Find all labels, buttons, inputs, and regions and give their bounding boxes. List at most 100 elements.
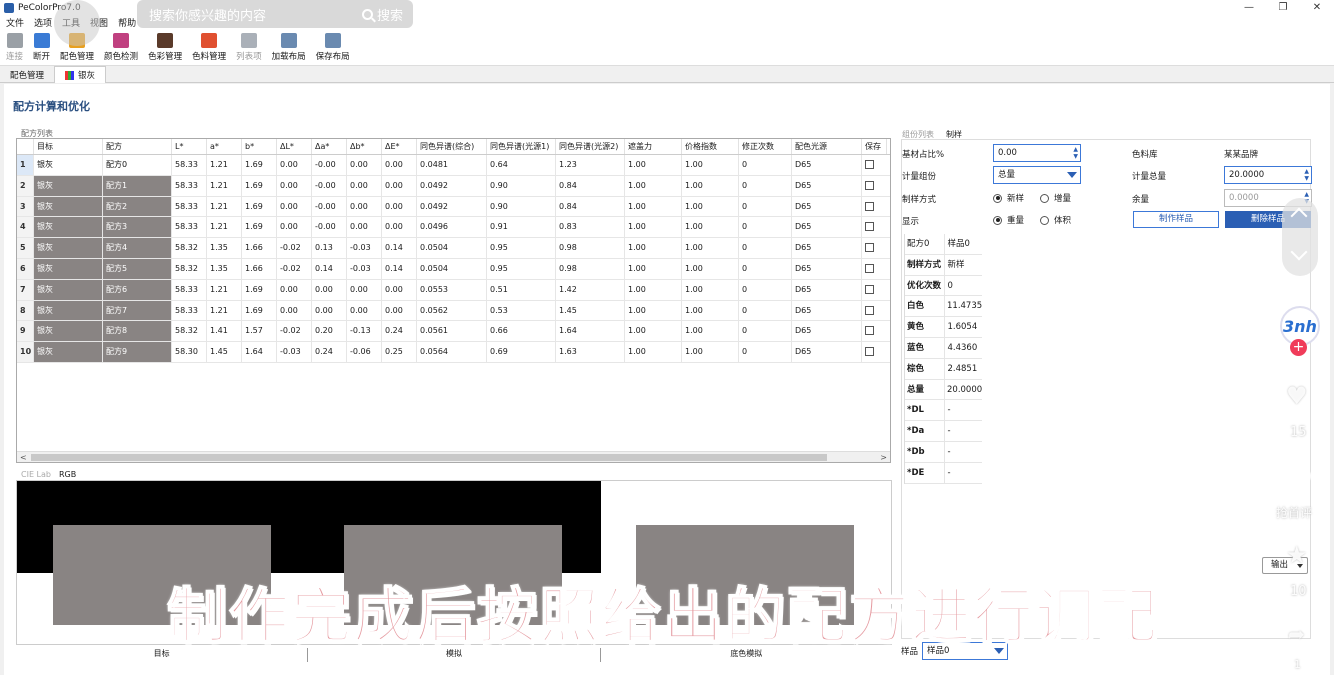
sample-value: - bbox=[947, 405, 951, 416]
column-header[interactable]: 同色异谱(光源2) bbox=[556, 139, 625, 154]
toolbar-button-3[interactable]: 颜色检测 bbox=[104, 33, 138, 65]
column-header[interactable]: 保存 bbox=[862, 139, 887, 154]
spin-arrows-icon[interactable]: ▲▼ bbox=[1073, 146, 1078, 160]
column-header[interactable]: 修正次数 bbox=[739, 139, 792, 154]
radio-new-sample[interactable]: 新样 bbox=[993, 192, 1024, 204]
column-header[interactable]: 同色异谱(光源1) bbox=[487, 139, 556, 154]
tab-silver-gray[interactable]: 银灰 bbox=[54, 66, 107, 83]
share-icon[interactable]: ➦ bbox=[1288, 622, 1305, 646]
menu-file[interactable]: 文件 bbox=[6, 16, 24, 29]
save-checkbox[interactable] bbox=[865, 222, 874, 232]
toolbar-button-8[interactable]: 保存布局 bbox=[316, 33, 350, 65]
restore-icon[interactable]: ❐ bbox=[1266, 0, 1300, 15]
feather-icon bbox=[6, 33, 23, 48]
column-header[interactable]: Δa* bbox=[312, 139, 347, 154]
comment-icon[interactable] bbox=[1287, 465, 1311, 487]
table-cell: 4 bbox=[17, 217, 34, 238]
table-row[interactable]: 8 银灰 配方7 58.33 1.21 1.69 0.00 0.00 0.00 0.00 0.056… bbox=[17, 300, 890, 322]
column-header[interactable]: Δb* bbox=[347, 139, 382, 154]
chevron-down-icon[interactable] bbox=[1290, 243, 1308, 261]
scroll-right-icon[interactable]: > bbox=[880, 452, 887, 462]
table-cell: -0.02 bbox=[277, 238, 312, 258]
column-header[interactable]: 目标 bbox=[34, 139, 103, 154]
column-header[interactable] bbox=[17, 139, 34, 154]
chevron-up-icon[interactable] bbox=[1290, 207, 1308, 225]
table-row[interactable]: 6 银灰 配方5 58.32 1.35 1.66 -0.02 0.14 -0.03 0.14 0.0… bbox=[17, 258, 890, 280]
search-button[interactable]: 搜索 bbox=[361, 5, 403, 24]
column-header[interactable]: 配色光源 bbox=[792, 139, 862, 154]
table-row[interactable]: 9 银灰 配方8 58.32 1.41 1.57 -0.02 0.20 -0.13 0.24 0.0… bbox=[17, 321, 890, 343]
search-bar[interactable]: 搜索你感兴趣的内容 搜索 bbox=[137, 0, 413, 28]
menu-help[interactable]: 帮助 bbox=[118, 16, 136, 29]
column-header[interactable]: 同色异谱(综合) bbox=[417, 139, 487, 154]
save-checkbox[interactable] bbox=[865, 284, 874, 294]
overlay-nav[interactable] bbox=[1282, 198, 1318, 276]
table-cell: -0.00 bbox=[312, 175, 347, 196]
radio-dot bbox=[993, 215, 1002, 225]
save-checkbox[interactable] bbox=[865, 347, 874, 357]
toolbar-button-1[interactable]: 断开 bbox=[33, 33, 50, 65]
column-header[interactable]: b* bbox=[242, 139, 277, 154]
table-cell: 1.21 bbox=[207, 300, 242, 321]
total-input[interactable]: 20.0000 ▲ ▼ bbox=[1224, 166, 1312, 184]
toolbar-button-4[interactable]: 色彩管理 bbox=[148, 33, 182, 65]
table-cell: -0.00 bbox=[312, 155, 347, 175]
save-checkbox[interactable] bbox=[865, 180, 874, 190]
table-row[interactable]: 3 银灰 配方2 58.33 1.21 1.69 0.00 -0.00 0.00 0.00 0.04… bbox=[17, 196, 890, 218]
table-cell: 1.69 bbox=[242, 175, 277, 196]
save-checkbox[interactable] bbox=[865, 326, 874, 336]
scroll-left-icon[interactable]: < bbox=[20, 452, 27, 462]
table-row[interactable]: 4 银灰 配方3 58.33 1.21 1.69 0.00 -0.00 0.00 0.00 0.04… bbox=[17, 217, 890, 239]
table-cell: 银灰 bbox=[34, 155, 103, 175]
table-cell: -0.02 bbox=[277, 258, 312, 279]
close-icon[interactable]: ✕ bbox=[1300, 0, 1334, 15]
save-cell bbox=[862, 301, 887, 321]
radio-weight[interactable]: 重量 bbox=[993, 214, 1024, 226]
column-header[interactable]: ΔE* bbox=[382, 139, 417, 154]
radio-volume[interactable]: 体积 bbox=[1040, 214, 1071, 226]
sample-row: 总量 20.0000 bbox=[905, 379, 982, 401]
save-checkbox[interactable] bbox=[865, 243, 874, 253]
sample-value: 1.6054 bbox=[947, 322, 978, 333]
save-checkbox[interactable] bbox=[865, 305, 874, 315]
menu-options[interactable]: 选项 bbox=[34, 16, 52, 29]
measure-select[interactable]: 总量 bbox=[993, 166, 1081, 184]
save-checkbox[interactable] bbox=[865, 201, 874, 211]
tab-color-management[interactable]: 配色管理 bbox=[0, 66, 54, 83]
minimize-icon[interactable]: — bbox=[1232, 0, 1266, 15]
column-header[interactable]: ΔL* bbox=[277, 139, 312, 154]
table-row[interactable]: 2 银灰 配方1 58.33 1.21 1.69 0.00 -0.00 0.00 0.00 0.04… bbox=[17, 175, 890, 197]
radio-label: 增量 bbox=[1054, 194, 1072, 204]
table-row[interactable]: 5 银灰 配方4 58.32 1.35 1.66 -0.02 0.13 -0.03 0.14 0.0… bbox=[17, 238, 890, 259]
sample-table: 配方0 样品0 制样方式 新样 优化次数 0 白色 11.4735 黄色 1.6054 蓝色 4.43… bbox=[904, 234, 982, 484]
toolbar-button-6[interactable]: 列表项 bbox=[236, 33, 262, 65]
base-ratio-input[interactable]: 0.00 ▲ ▼ bbox=[993, 144, 1081, 162]
table-row[interactable]: 10 银灰 配方9 58.30 1.45 1.64 -0.03 0.24 -0.06 0.25 0.… bbox=[17, 342, 890, 363]
tab-cie-lab[interactable]: CIE Lab bbox=[21, 470, 51, 479]
table-row[interactable]: 7 银灰 配方6 58.33 1.21 1.69 0.00 0.00 0.00 0.00 0.055… bbox=[17, 279, 890, 301]
save-checkbox[interactable] bbox=[865, 263, 874, 273]
sample-key: 配方0 bbox=[905, 234, 946, 254]
star-icon[interactable]: ★ bbox=[1286, 541, 1308, 569]
toolbar-button-0[interactable]: 连接 bbox=[6, 33, 23, 65]
column-header[interactable]: a* bbox=[207, 139, 242, 154]
horizontal-scrollbar[interactable]: < > bbox=[17, 451, 890, 462]
column-header[interactable]: 价格指数 bbox=[682, 139, 739, 154]
column-header[interactable]: 遮盖力 bbox=[625, 139, 682, 154]
save-checkbox[interactable] bbox=[865, 160, 874, 169]
search-input[interactable]: 搜索你感兴趣的内容 bbox=[149, 5, 266, 24]
like-count: 15 bbox=[1290, 425, 1307, 440]
radio-increment[interactable]: 增量 bbox=[1040, 192, 1071, 204]
follow-plus-icon[interactable]: + bbox=[1290, 339, 1307, 356]
table-cell: 0.00 bbox=[277, 175, 312, 196]
make-sample-button[interactable]: 制作样品 bbox=[1133, 211, 1219, 228]
column-header[interactable]: 配方 bbox=[103, 139, 172, 154]
table-row[interactable]: 1 银灰 配方0 58.33 1.21 1.69 0.00 -0.00 0.00 0.00 0.04… bbox=[17, 155, 890, 176]
tab-rgb[interactable]: RGB bbox=[59, 470, 76, 479]
column-header[interactable]: L* bbox=[172, 139, 207, 154]
scrollbar-thumb[interactable] bbox=[31, 454, 827, 461]
toolbar-button-7[interactable]: 加载布局 bbox=[272, 33, 306, 65]
heart-icon[interactable]: ♥ bbox=[1286, 384, 1312, 408]
toolbar-button-5[interactable]: 色料管理 bbox=[192, 33, 226, 65]
spin-arrows-icon[interactable]: ▲▼ bbox=[1304, 168, 1309, 182]
